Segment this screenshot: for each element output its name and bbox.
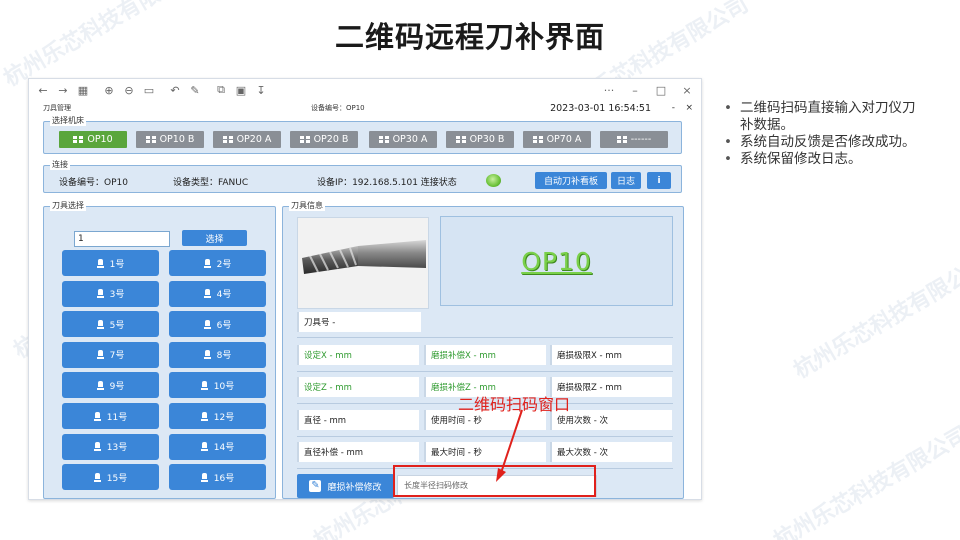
annotation-arrow [496,409,523,482]
feature-bullets: 二维码扫码直接输入对刀仪刀补数据。系统自动反馈是否修改成功。系统保留修改日志。 [722,100,922,168]
bullet-item: 系统保留修改日志。 [722,151,922,168]
bullet-item: 系统自动反馈是否修改成功。 [722,134,922,151]
slide: 杭州乐芯科技有限公司 杭州乐芯科技有限公司 杭州乐芯科技有限公司 杭州乐芯科技有… [0,0,960,540]
scan-window-highlight [393,465,596,497]
bullet-item: 二维码扫码直接输入对刀仪刀补数据。 [722,100,922,134]
